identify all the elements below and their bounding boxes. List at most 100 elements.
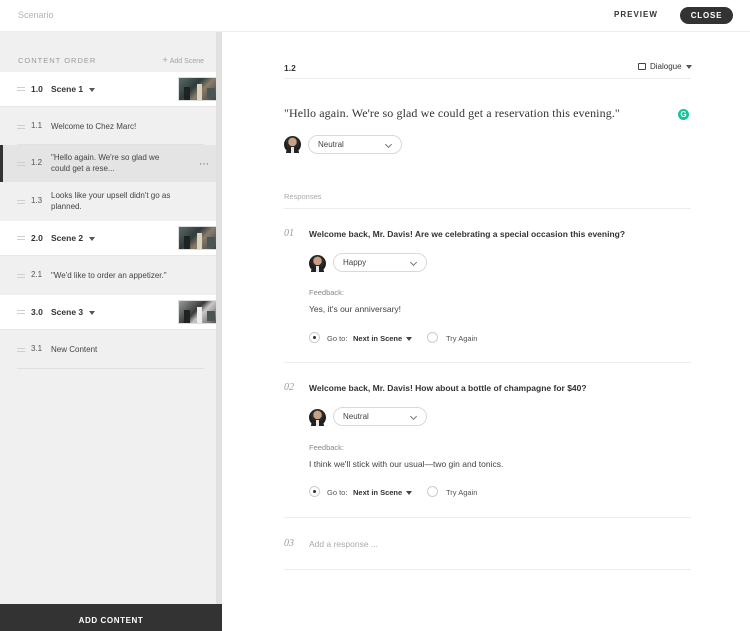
response-emotion-select[interactable]: Neutral <box>333 407 427 426</box>
sidebar-item-2-1[interactable]: 2.1 "We'd like to order an appetizer." <box>0 257 216 294</box>
top-bar: Scenario PREVIEW CLOSE <box>0 0 750 32</box>
item-label: "Hello again. We're so glad we could get… <box>51 152 159 174</box>
caret-down-icon[interactable] <box>89 236 96 241</box>
chevron-down-icon <box>409 258 418 267</box>
item-label-line-1: Looks like your upsell didn't go as <box>51 191 171 200</box>
divider <box>284 208 691 209</box>
scene-label[interactable]: Scene 1 <box>51 84 96 95</box>
response-emotion-select[interactable]: Happy <box>333 253 427 272</box>
drag-handle-icon[interactable] <box>17 274 25 278</box>
goto-select[interactable]: Next in Scene <box>353 488 413 497</box>
divider <box>17 368 204 369</box>
scene-label[interactable]: Scene 2 <box>51 233 96 244</box>
scene-thumbnail <box>178 300 217 324</box>
goto-label: Go to: <box>327 334 348 343</box>
divider <box>284 362 691 363</box>
divider <box>284 517 691 518</box>
scene-title: Scene 2 <box>51 233 84 243</box>
item-number: 1.1 <box>31 121 43 130</box>
drag-handle-icon[interactable] <box>17 348 25 352</box>
close-button[interactable]: CLOSE <box>680 7 733 24</box>
drag-handle-icon[interactable] <box>17 87 25 91</box>
goto-value: Next in Scene <box>353 334 403 343</box>
content-editor: 1.2 Dialogue "Hello again. We're so glad… <box>223 32 750 631</box>
try-again-radio[interactable] <box>427 332 438 343</box>
scene-number: 3.0 <box>31 307 43 317</box>
caret-down-icon[interactable] <box>89 87 96 92</box>
drag-handle-icon[interactable] <box>17 162 25 166</box>
plus-icon: + <box>162 55 168 65</box>
drag-handle-icon[interactable] <box>17 125 25 129</box>
emotion-value: Neutral <box>318 140 344 149</box>
response-number: 02 <box>284 382 294 393</box>
sidebar-scrollbar[interactable] <box>216 32 222 604</box>
goto-radio[interactable] <box>309 332 320 343</box>
sidebar-item-1-2[interactable]: 1.2 "Hello again. We're so glad we could… <box>0 145 216 182</box>
sidebar-item-3-1[interactable]: 3.1 New Content <box>0 331 216 369</box>
goto-label: Go to: <box>327 488 348 497</box>
feedback-text-field[interactable]: Yes, it's our anniversary! <box>309 304 401 314</box>
item-label: Welcome to Chez Marc! <box>51 122 137 131</box>
prompt-emotion-select[interactable]: Neutral <box>308 135 402 154</box>
try-again-radio[interactable] <box>427 486 438 497</box>
drag-handle-icon[interactable] <box>17 310 25 314</box>
response-text-field[interactable]: Welcome back, Mr. Davis! How about a bot… <box>309 383 587 393</box>
sidebar-scene-1[interactable]: 1.0 Scene 1 <box>0 72 217 107</box>
item-number: 3.1 <box>31 344 43 353</box>
item-label: Looks like your upsell didn't go as plan… <box>51 190 170 212</box>
grammarly-icon[interactable]: G <box>678 109 689 120</box>
drag-handle-icon[interactable] <box>17 200 25 204</box>
item-label-line-2: could get a rese... <box>51 164 115 173</box>
sidebar-item-1-1[interactable]: 1.1 Welcome to Chez Marc! <box>0 108 216 145</box>
speech-bubble-icon <box>638 63 646 70</box>
goto-select[interactable]: Next in Scene <box>353 334 413 343</box>
content-type-value: Dialogue <box>650 62 682 71</box>
try-again-label: Try Again <box>446 334 478 343</box>
chevron-down-icon <box>409 412 418 421</box>
caret-down-icon <box>685 64 692 69</box>
prompt-text-field[interactable]: "Hello again. We're so glad we could get… <box>284 106 620 121</box>
item-label-line-1: "Hello again. We're so glad we <box>51 153 160 162</box>
scene-label[interactable]: Scene 3 <box>51 307 96 318</box>
sidebar-scene-2[interactable]: 2.0 Scene 2 <box>0 221 217 256</box>
drag-handle-icon[interactable] <box>17 236 25 240</box>
feedback-text-field[interactable]: I think we'll stick with our usual—two g… <box>309 459 503 469</box>
goto-value: Next in Scene <box>353 488 403 497</box>
scene-number: 1.0 <box>31 84 43 94</box>
emotion-value: Happy <box>343 258 367 267</box>
caret-down-icon <box>406 491 413 496</box>
add-scene-label: Add Scene <box>169 58 204 65</box>
preview-button[interactable]: PREVIEW <box>614 10 658 19</box>
divider <box>284 78 691 79</box>
add-scene-button[interactable]: + Add Scene <box>162 55 204 65</box>
app-title: Scenario <box>18 10 54 20</box>
scene-title: Scene 1 <box>51 84 84 94</box>
scene-title: Scene 3 <box>51 307 84 317</box>
sidebar-header: CONTENT ORDER + Add Scene <box>18 55 204 65</box>
character-avatar <box>309 255 326 272</box>
caret-down-icon[interactable] <box>89 310 96 315</box>
item-label: New Content <box>51 345 98 354</box>
responses-label: Responses <box>284 192 322 201</box>
emotion-value: Neutral <box>343 412 369 421</box>
chevron-down-icon <box>384 140 393 149</box>
character-avatar <box>284 136 301 153</box>
goto-radio[interactable] <box>309 486 320 497</box>
sidebar-item-1-3[interactable]: 1.3 Looks like your upsell didn't go as … <box>0 183 216 221</box>
character-avatar <box>309 409 326 426</box>
content-type-select[interactable]: Dialogue <box>638 62 692 71</box>
sidebar-scene-3[interactable]: 3.0 Scene 3 <box>0 295 217 330</box>
response-number: 03 <box>284 538 294 549</box>
add-content-button[interactable]: ADD CONTENT <box>0 604 222 631</box>
add-response-input[interactable]: Add a response ... <box>309 539 378 549</box>
more-options-icon[interactable]: ⋯ <box>199 159 210 170</box>
feedback-label: Feedback: <box>309 443 345 452</box>
content-order-sidebar: CONTENT ORDER + Add Scene 1.0 Scene 1 1.1… <box>0 32 222 631</box>
response-text-field[interactable]: Welcome back, Mr. Davis! Are we celebrat… <box>309 229 625 239</box>
response-number: 01 <box>284 228 294 239</box>
item-label: "We'd like to order an appetizer." <box>51 271 167 280</box>
feedback-label: Feedback: <box>309 288 345 297</box>
item-number: 1.2 <box>31 158 43 167</box>
item-label-line-2: planned. <box>51 202 82 211</box>
content-order-title: CONTENT ORDER <box>18 56 97 65</box>
